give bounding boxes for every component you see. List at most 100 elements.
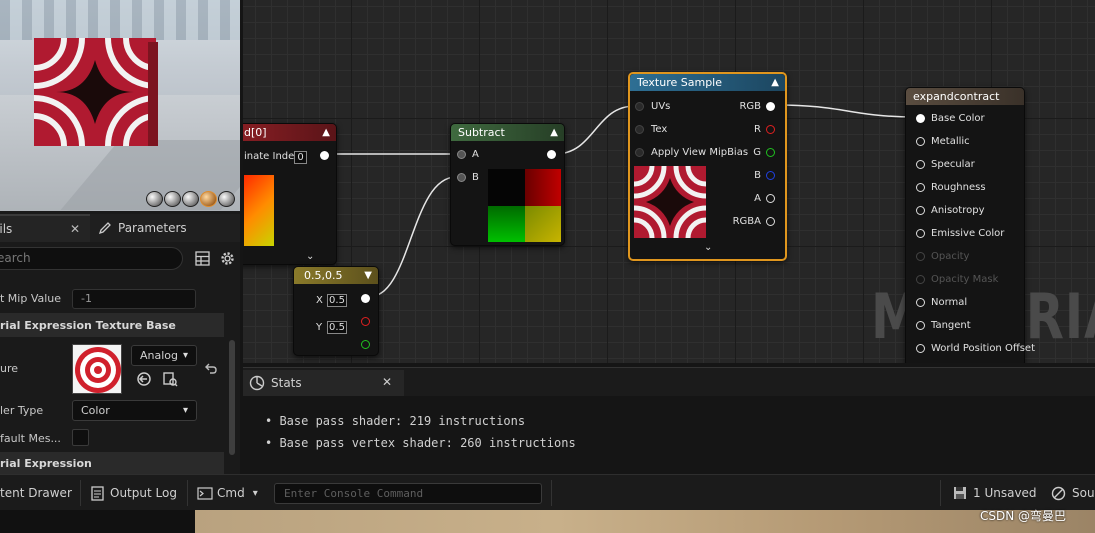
tab-stats[interactable]: Stats ✕ bbox=[243, 370, 404, 396]
output-log-label: Output Log bbox=[110, 486, 177, 500]
save-icon bbox=[954, 487, 966, 499]
roughness-label: Roughness bbox=[931, 182, 986, 193]
constant-y-label: Y bbox=[316, 322, 323, 333]
texture-sample-header[interactable]: Texture Sample ▲ bbox=[630, 74, 785, 91]
sampler-type-dropdown[interactable]: Color ▾ bbox=[72, 400, 197, 421]
material-result-node[interactable]: expandcontract Base Color Metallic Specu… bbox=[905, 87, 1035, 363]
constant-x-value[interactable]: 0.5 bbox=[327, 294, 347, 307]
tab-details[interactable]: ails ✕ bbox=[0, 214, 90, 242]
specular-label: Specular bbox=[931, 159, 975, 170]
rgb-pin[interactable] bbox=[766, 102, 775, 111]
chevron-down-icon[interactable]: ▼ bbox=[364, 267, 372, 284]
stat-line: • Base pass shader: 219 instructions bbox=[265, 414, 526, 428]
anisotropy-pin[interactable] bbox=[916, 206, 925, 215]
constant-g-pin[interactable] bbox=[361, 340, 370, 349]
cmd-dropdown[interactable]: Cmd ▾ bbox=[197, 475, 258, 511]
texcoord-node-header[interactable]: d[0] ▲ bbox=[243, 124, 336, 141]
texture-thumbnail[interactable] bbox=[72, 344, 122, 394]
g-pin[interactable] bbox=[766, 148, 775, 157]
source-control-button[interactable]: Sou bbox=[1051, 475, 1095, 511]
tab-parameters-label: Parameters bbox=[118, 221, 187, 235]
base-color-pin[interactable] bbox=[916, 114, 925, 123]
mipbias-pin[interactable] bbox=[635, 148, 644, 157]
constant-output-pin[interactable] bbox=[361, 294, 370, 303]
r-pin[interactable] bbox=[766, 125, 775, 134]
stats-content: • Base pass shader: 219 instructions • B… bbox=[243, 396, 1095, 473]
chevron-down-icon: ▾ bbox=[182, 350, 188, 361]
browse-asset-icon[interactable] bbox=[162, 371, 178, 387]
cmd-label: Cmd bbox=[217, 486, 245, 500]
chevron-down-icon[interactable]: ⌄ bbox=[704, 242, 712, 253]
roughness-pin[interactable] bbox=[916, 183, 925, 192]
reset-to-default-icon[interactable] bbox=[204, 361, 218, 375]
teapot-shape-icon[interactable] bbox=[218, 191, 235, 207]
result-node-header[interactable]: expandcontract bbox=[906, 88, 1024, 105]
preview-viewport[interactable] bbox=[0, 0, 240, 211]
a-label: A bbox=[754, 193, 761, 204]
subtract-a-pin[interactable] bbox=[457, 150, 466, 159]
chevron-up-icon[interactable]: ▲ bbox=[550, 124, 558, 141]
tab-parameters[interactable]: Parameters bbox=[90, 214, 240, 242]
console-command-input[interactable]: Enter Console Command bbox=[274, 483, 542, 504]
section-expression[interactable]: rial Expression bbox=[0, 452, 224, 474]
constant2-node-header[interactable]: 0.5,0.5 ▼ bbox=[294, 267, 378, 284]
cylinder-shape-icon[interactable] bbox=[146, 191, 163, 207]
subtract-output-pin[interactable] bbox=[547, 150, 556, 159]
specular-pin[interactable] bbox=[916, 160, 925, 169]
left-panel: ails ✕ Parameters earch t Mip Value -1 r… bbox=[0, 0, 240, 474]
texcoord-output-pin[interactable] bbox=[320, 151, 329, 160]
constant-y-value[interactable]: 0.5 bbox=[327, 321, 347, 334]
texcoord-node[interactable]: d[0] ▲ inate Index 0 ⌄ bbox=[243, 123, 337, 265]
sphere-shape-icon[interactable] bbox=[164, 191, 181, 207]
stat-vertex-pass: Base pass vertex shader: 260 instruction… bbox=[279, 436, 576, 450]
divider bbox=[187, 480, 188, 506]
search-input[interactable]: earch bbox=[0, 247, 183, 270]
constant2-node[interactable]: 0.5,0.5 ▼ X 0.5 Y 0.5 bbox=[293, 266, 379, 356]
no-source-control-icon bbox=[1051, 486, 1066, 500]
subtract-b-pin[interactable] bbox=[457, 173, 466, 182]
metallic-pin[interactable] bbox=[916, 137, 925, 146]
chevron-down-icon: ▾ bbox=[252, 487, 258, 499]
a-pin[interactable] bbox=[766, 194, 775, 203]
wpo-pin[interactable] bbox=[916, 344, 925, 353]
close-icon[interactable]: ✕ bbox=[70, 222, 80, 236]
stat-base-pass: Base pass shader: 219 instructions bbox=[279, 414, 526, 428]
subtract-node[interactable]: Subtract ▲ A B bbox=[450, 123, 565, 246]
use-selected-asset-icon[interactable] bbox=[136, 371, 152, 387]
gear-icon[interactable] bbox=[219, 250, 236, 267]
tex-pin[interactable] bbox=[635, 125, 644, 134]
subtract-node-header[interactable]: Subtract ▲ bbox=[451, 124, 564, 141]
wire-const-to-b bbox=[368, 176, 457, 298]
output-log-button[interactable]: Output Log bbox=[91, 475, 177, 511]
stat-line: • Base pass vertex shader: 260 instructi… bbox=[265, 436, 576, 450]
close-icon[interactable]: ✕ bbox=[382, 375, 392, 389]
coordinate-index-pin-row: inate Index bbox=[244, 150, 300, 164]
b-pin[interactable] bbox=[766, 171, 775, 180]
mip-value-field[interactable]: -1 bbox=[72, 289, 196, 309]
cube-shape-icon[interactable] bbox=[200, 191, 217, 207]
details-scrollbar[interactable] bbox=[229, 340, 235, 455]
material-graph[interactable]: MATERIA d[0] ▲ inate Index 0 ⌄ Subtract bbox=[243, 0, 1095, 363]
chevron-up-icon[interactable]: ▲ bbox=[322, 124, 330, 141]
section-texture-base[interactable]: rial Expression Texture Base bbox=[0, 313, 224, 337]
chevron-down-icon[interactable]: ⌄ bbox=[306, 251, 314, 262]
chevron-up-icon[interactable]: ▲ bbox=[771, 74, 779, 91]
default-mesh-label: fault Mes... bbox=[0, 431, 61, 445]
texture-sample-node[interactable]: Texture Sample ▲ UVs Tex Apply View MipB… bbox=[628, 72, 787, 261]
normal-pin[interactable] bbox=[916, 298, 925, 307]
constant-r-pin[interactable] bbox=[361, 317, 370, 326]
rgba-pin[interactable] bbox=[766, 217, 775, 226]
uvs-pin[interactable] bbox=[635, 102, 644, 111]
default-mesh-checkbox[interactable] bbox=[72, 429, 89, 446]
content-drawer-button[interactable]: tent Drawer bbox=[0, 475, 72, 511]
texture-mode-dropdown[interactable]: Analog ▾ bbox=[131, 345, 197, 366]
unreal-material-editor: ails ✕ Parameters earch t Mip Value -1 r… bbox=[0, 0, 1095, 533]
table-view-icon[interactable] bbox=[195, 251, 210, 266]
base-color-label: Base Color bbox=[931, 113, 985, 124]
tangent-pin[interactable] bbox=[916, 321, 925, 330]
coordinate-index-value[interactable]: 0 bbox=[294, 151, 307, 164]
unsaved-button[interactable]: 1 Unsaved bbox=[953, 475, 1037, 511]
plane-shape-icon[interactable] bbox=[182, 191, 199, 207]
wire-rgb-to-base bbox=[776, 104, 916, 118]
emissive-pin[interactable] bbox=[916, 229, 925, 238]
